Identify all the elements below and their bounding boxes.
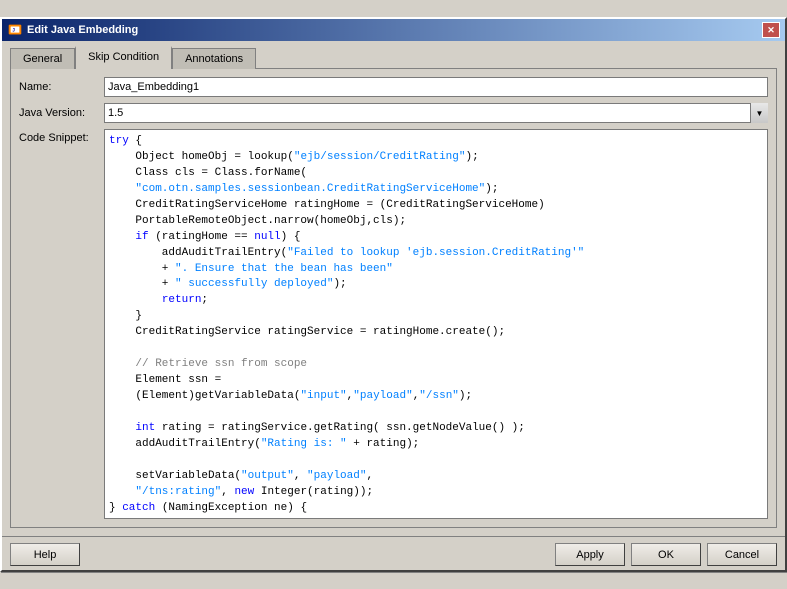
java-version-label: Java Version: <box>19 107 104 119</box>
cancel-button[interactable]: Cancel <box>707 543 777 566</box>
titlebar: J Edit Java Embedding ✕ <box>2 19 785 41</box>
java-version-select[interactable]: 1.5 1.6 1.7 <box>104 103 768 123</box>
ok-button[interactable]: OK <box>631 543 701 566</box>
titlebar-icon: J <box>7 22 23 38</box>
right-buttons: Apply OK Cancel <box>555 543 777 566</box>
apply-button[interactable]: Apply <box>555 543 625 566</box>
name-row: Name: <box>19 77 768 97</box>
java-version-row: Java Version: 1.5 1.6 1.7 ▼ <box>19 103 768 123</box>
bottom-bar: Help Apply OK Cancel <box>2 536 785 570</box>
name-label: Name: <box>19 81 104 93</box>
tab-skip-condition[interactable]: Skip Condition <box>75 46 172 69</box>
close-button[interactable]: ✕ <box>762 22 780 38</box>
code-snippet-row: Code Snippet: try { Object homeObj = loo… <box>19 129 768 519</box>
dialog-window: J Edit Java Embedding ✕ General Skip Con… <box>0 17 787 572</box>
tab-panel: Name: Java Version: 1.5 1.6 1.7 ▼ Code S… <box>10 68 777 528</box>
code-editor[interactable]: try { Object homeObj = lookup("ejb/sessi… <box>105 130 767 518</box>
java-version-select-wrapper: 1.5 1.6 1.7 ▼ <box>104 103 768 123</box>
name-input[interactable] <box>104 77 768 97</box>
tab-annotations[interactable]: Annotations <box>172 48 256 69</box>
window-title: Edit Java Embedding <box>27 24 138 36</box>
tab-general[interactable]: General <box>10 48 75 69</box>
dialog-content: General Skip Condition Annotations Name:… <box>2 41 785 536</box>
help-button[interactable]: Help <box>10 543 80 566</box>
svg-text:J: J <box>12 27 15 33</box>
code-area-wrapper: try { Object homeObj = lookup("ejb/sessi… <box>104 129 768 519</box>
titlebar-left: J Edit Java Embedding <box>7 22 138 38</box>
tab-bar: General Skip Condition Annotations <box>10 46 777 69</box>
code-snippet-label: Code Snippet: <box>19 129 104 144</box>
